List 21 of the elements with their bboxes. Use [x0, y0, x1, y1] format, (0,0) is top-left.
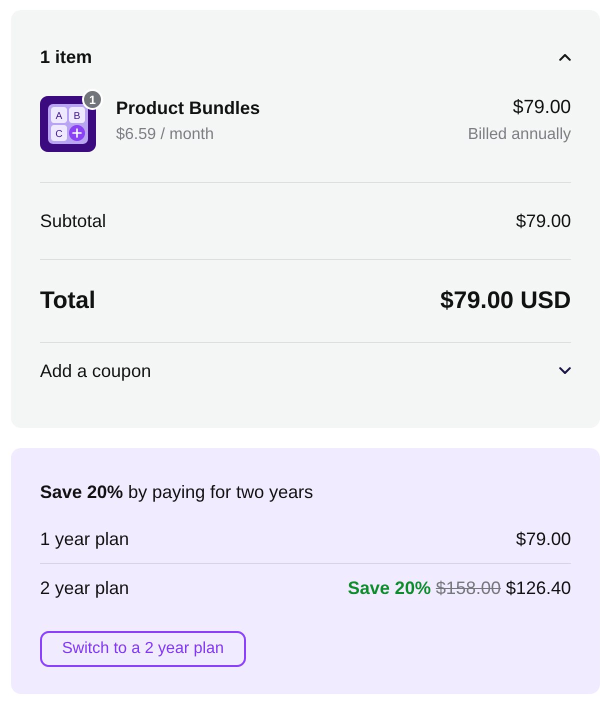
total-label: Total	[40, 287, 96, 315]
chevron-icon[interactable]	[559, 367, 571, 375]
plan-label: 2 year plan	[40, 578, 130, 598]
billing-note: Billed annually	[468, 125, 571, 145]
item-count-heading: 1 item	[40, 46, 92, 68]
plan-price: $79.00	[516, 528, 571, 550]
add-coupon-link[interactable]: Add a coupon	[40, 360, 152, 382]
product-name: Product Bundles	[116, 97, 260, 120]
product-price: $79.00	[512, 96, 571, 120]
subtotal-label: Subtotal	[40, 210, 106, 232]
total-value: $79.00 USD	[440, 287, 571, 315]
monthly-price: $6.59 / month	[116, 125, 215, 145]
savings-tag: Save 20%	[348, 578, 431, 598]
plan-price: $126.40	[506, 578, 571, 598]
quantity-badge: 1	[82, 89, 103, 110]
plan-label: 1 year plan	[40, 528, 130, 550]
chevron-icon[interactable]	[559, 53, 571, 61]
original-price: $158.00	[436, 578, 501, 598]
savings-headline: Save 20% by paying for two years	[40, 481, 314, 504]
switch-plan-button[interactable]: Switch to a 2 year plan	[40, 631, 246, 667]
subtotal-value: $79.00	[516, 210, 571, 232]
